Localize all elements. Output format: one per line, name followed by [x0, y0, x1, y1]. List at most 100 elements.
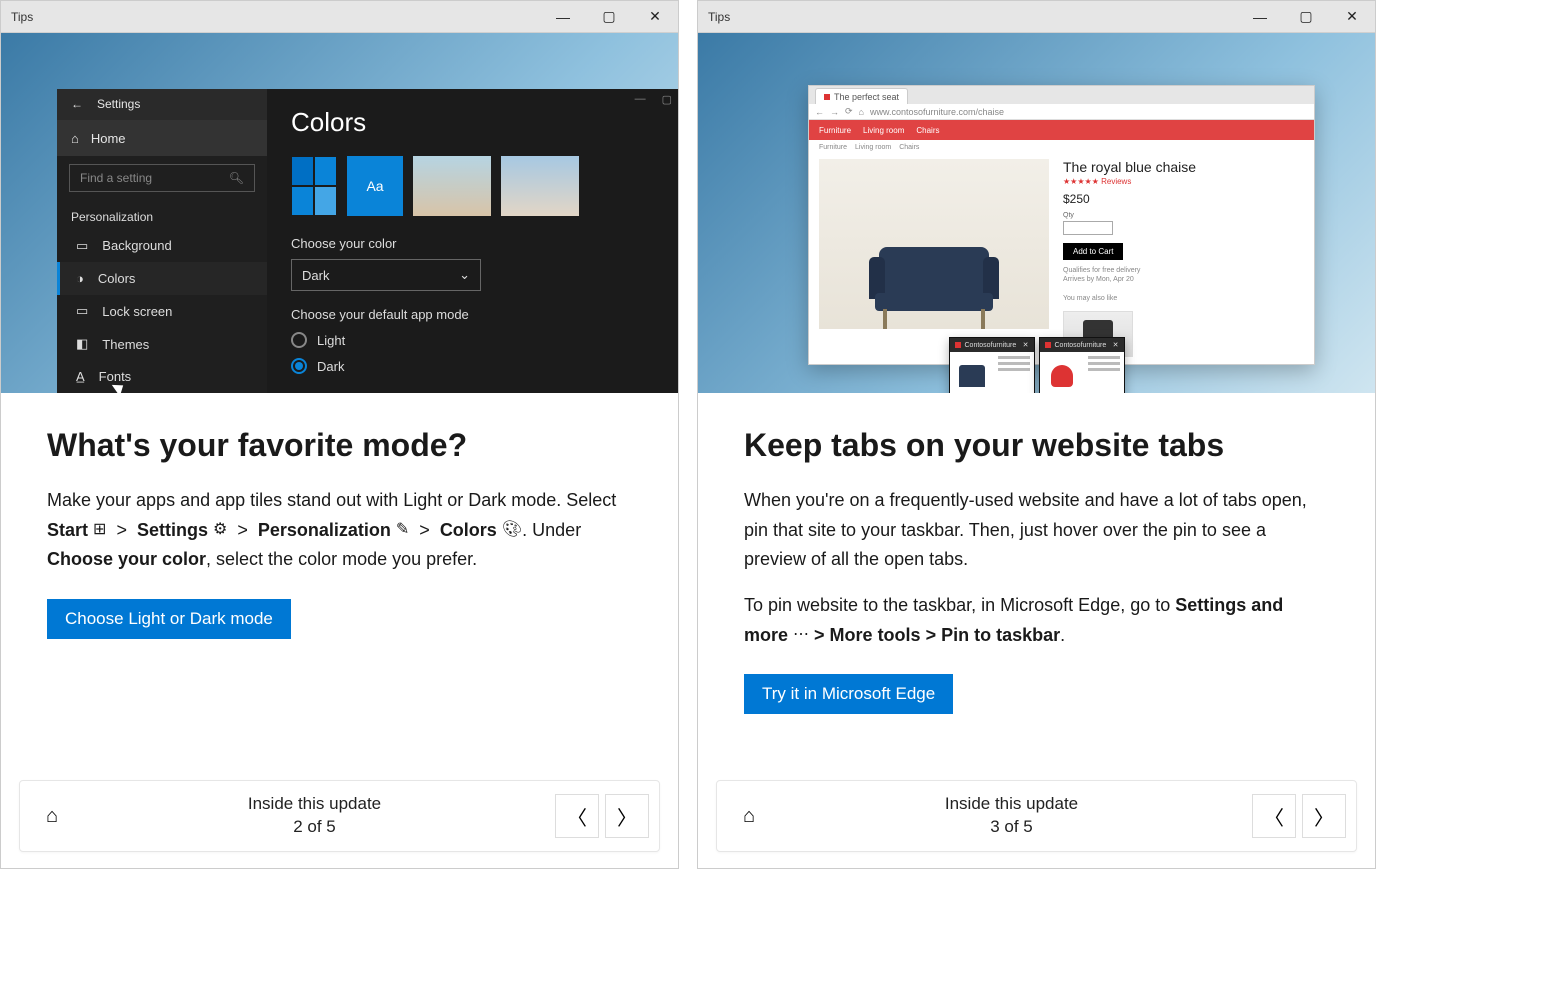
settings-home-row: ⌂ Home — [57, 120, 267, 156]
thumb-preview-1 — [413, 156, 491, 216]
window-title: Tips — [698, 10, 730, 24]
home-icon: ⌂ — [859, 107, 864, 117]
maximize-button[interactable]: ▢ — [586, 1, 632, 33]
color-dropdown: Dark ⌄ — [291, 259, 481, 291]
sidebar-item-lockscreen: ▭Lock screen — [57, 295, 267, 328]
favicon-icon — [955, 342, 961, 348]
personalization-path-label: Personalization — [258, 520, 391, 540]
home-button[interactable]: ⌂ — [30, 794, 74, 838]
close-icon: ✕ — [1023, 341, 1029, 349]
font-icon: A̲ — [76, 369, 85, 384]
footer-position: 3 of 5 — [771, 816, 1252, 839]
next-button[interactable]: 〉 — [1302, 794, 1346, 838]
forward-icon: → — [830, 107, 839, 117]
sidebar-item-themes: ◧Themes — [57, 328, 267, 361]
window-title: Tips — [1, 10, 33, 24]
settings-search: Find a setting 🔍︎ — [69, 164, 255, 191]
gear-icon: ⚙ — [213, 517, 227, 543]
tip-heading: Keep tabs on your website tabs — [744, 427, 1329, 464]
product-image — [819, 159, 1049, 329]
colors-path-label: Colors — [440, 520, 497, 540]
dropdown-value: Dark — [302, 268, 329, 283]
chevron-left-icon: 〈 — [567, 802, 587, 831]
ship-line-1: Qualifies for free delivery — [1063, 266, 1304, 275]
ship-line-2: Arrives by Mon, Apr 20 — [1063, 275, 1304, 284]
prev-button[interactable]: 〈 — [555, 794, 599, 838]
colors-heading: Colors — [291, 107, 654, 138]
qty-label: Qty — [1063, 212, 1304, 219]
tip-body: What's your favorite mode? Make your app… — [1, 393, 678, 780]
browser-mock: The perfect seat ← → ⟳ ⌂ www.contosofurn… — [808, 85, 1315, 365]
prev-button[interactable]: 〈 — [1252, 794, 1296, 838]
home-icon: ⌂ — [71, 131, 79, 146]
back-icon: ← — [815, 107, 824, 117]
chevron-right-icon: 〉 — [1314, 802, 1334, 831]
browser-tab: The perfect seat — [815, 88, 908, 104]
close-button[interactable]: ✕ — [1329, 1, 1375, 33]
tips-window-right: Tips — ▢ ✕ The perfect seat ← → ⟳ ⌂ www.… — [697, 0, 1376, 869]
close-icon: ✕ — [1113, 341, 1119, 349]
home-button[interactable]: ⌂ — [727, 794, 771, 838]
next-button[interactable]: 〉 — [605, 794, 649, 838]
chevron-left-icon: 〈 — [1264, 802, 1284, 831]
footer-title: Inside this update — [74, 793, 555, 816]
cta-button[interactable]: Choose Light or Dark mode — [47, 599, 291, 639]
window-controls: — ▢ ✕ — [1237, 1, 1375, 33]
home-icon: ⌂ — [743, 805, 755, 828]
related-label: You may also like — [1063, 294, 1304, 303]
tip-paragraph: Make your apps and app tiles stand out w… — [47, 486, 632, 575]
tip-body: Keep tabs on your website tabs When you'… — [698, 393, 1375, 780]
chevron-right-icon: 〉 — [617, 802, 637, 831]
chair-icon — [959, 365, 985, 387]
search-icon: 🔍︎ — [229, 171, 244, 185]
favicon-icon — [824, 94, 830, 100]
search-placeholder: Find a setting — [80, 171, 152, 185]
sidebar-item-background: ▭Background — [57, 230, 267, 263]
palette-icon: ◑ — [76, 271, 84, 286]
more-icon: ⋯ — [793, 622, 809, 648]
tips-window-left: Tips — ▢ ✕ —▢ ← Settings ⌂ Home Find a s… — [0, 0, 679, 869]
settings-label: Settings — [97, 97, 140, 111]
url-text: www.contosofurniture.com/chaise — [870, 107, 1004, 117]
breadcrumb: Furniture Living room Chairs — [809, 140, 1314, 155]
thumb-accent: Aa — [347, 156, 403, 216]
tip-paragraph-1: When you're on a frequently-used website… — [744, 486, 1329, 575]
radio-dark: Dark — [291, 358, 654, 374]
theme-icon: ◧ — [76, 336, 88, 352]
personalization-icon: ✎ — [396, 517, 409, 543]
product-price: $250 — [1063, 192, 1304, 206]
titlebar: Tips — ▢ ✕ — [698, 1, 1375, 33]
tip-heading: What's your favorite mode? — [47, 427, 632, 464]
lock-icon: ▭ — [76, 303, 88, 319]
settings-path-label: Settings — [137, 520, 208, 540]
sidebar-item-fonts: A̲Fonts — [57, 360, 267, 393]
footer-nav: ⌂ Inside this update 2 of 5 〈 〉 — [19, 780, 660, 852]
taskbar-preview-2: Contosofurniture✕ — [1039, 337, 1125, 393]
section-label: Personalization — [57, 200, 267, 230]
product-title: The royal blue chaise — [1063, 159, 1304, 175]
close-button[interactable]: ✕ — [632, 1, 678, 33]
footer-position: 2 of 5 — [74, 816, 555, 839]
star-rating: ★★★★★ Reviews — [1063, 177, 1304, 186]
home-icon: ⌂ — [46, 805, 58, 828]
start-label: Start — [47, 520, 88, 540]
footer-status: Inside this update 2 of 5 — [74, 793, 555, 839]
settings-back-header: ← Settings — [57, 89, 267, 120]
taskbar-previews: Contosofurniture✕ Contosofurniture✕ — [949, 337, 1125, 393]
choose-color-label: Choose your color — [291, 236, 654, 251]
chair-icon — [1051, 365, 1073, 387]
palette-icon: 🎨︎ — [502, 517, 522, 543]
maximize-button[interactable]: ▢ — [1283, 1, 1329, 33]
hero-illustration: The perfect seat ← → ⟳ ⌂ www.contosofurn… — [698, 33, 1375, 393]
favicon-icon — [1045, 342, 1051, 348]
product-info: The royal blue chaise ★★★★★ Reviews $250… — [1063, 159, 1304, 357]
cta-button[interactable]: Try it in Microsoft Edge — [744, 674, 953, 714]
refresh-icon: ⟳ — [845, 106, 853, 117]
minimize-button[interactable]: — — [1237, 1, 1283, 33]
footer-status: Inside this update 3 of 5 — [771, 793, 1252, 839]
image-icon: ▭ — [76, 238, 88, 254]
minimize-button[interactable]: — — [540, 1, 586, 33]
path-label: > More tools > Pin to taskbar — [814, 625, 1060, 645]
address-bar: ← → ⟳ ⌂ www.contosofurniture.com/chaise — [809, 104, 1314, 120]
titlebar: Tips — ▢ ✕ — [1, 1, 678, 33]
